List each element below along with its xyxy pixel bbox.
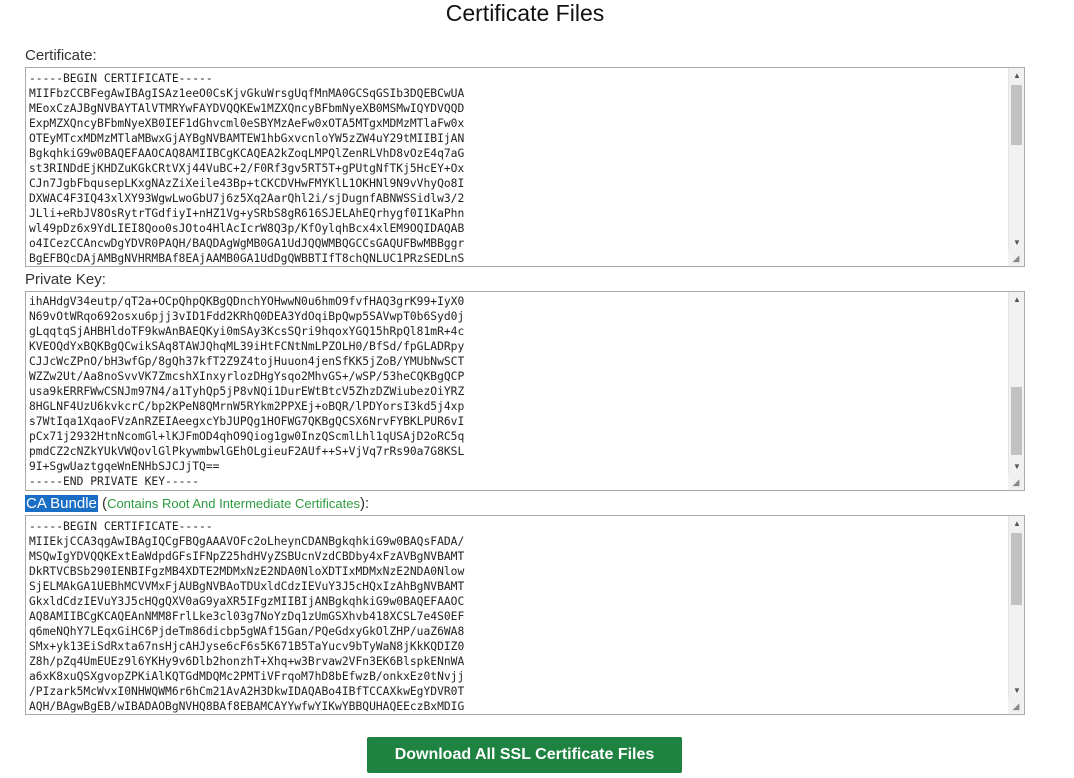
certificate-text[interactable]: -----BEGIN CERTIFICATE----- MIIFbzCCBFeg… xyxy=(28,71,1007,266)
scroll-up-arrow-icon[interactable]: ▲ xyxy=(1009,68,1024,83)
ca-bundle-scroll-thumb[interactable] xyxy=(1011,533,1022,605)
ca-bundle-label-row: CA Bundle (Contains Root And Intermediat… xyxy=(25,495,369,513)
scroll-down-arrow-icon[interactable]: ▼ xyxy=(1009,683,1024,698)
private-key-scrollbar[interactable]: ▲ ▼ xyxy=(1008,292,1024,490)
certificate-label: Certificate: xyxy=(25,47,97,64)
resize-grip-icon[interactable]: ◢ xyxy=(1008,474,1024,490)
certificate-textarea[interactable]: -----BEGIN CERTIFICATE----- MIIFbzCCBFeg… xyxy=(25,67,1025,267)
ca-bundle-open-paren: ( xyxy=(97,495,108,512)
certificate-scroll-thumb[interactable] xyxy=(1011,85,1022,145)
download-all-button[interactable]: Download All SSL Certificate Files xyxy=(367,737,682,773)
ca-bundle-note: Contains Root And Intermediate Certifica… xyxy=(107,496,360,511)
page-title: Certificate Files xyxy=(445,0,605,26)
ca-bundle-scrollbar[interactable]: ▲ ▼ xyxy=(1008,516,1024,714)
private-key-label: Private Key: xyxy=(25,271,106,288)
private-key-textarea[interactable]: ihAHdgV34eutp/qT2a+OCpQhpQKBgQDnchYOHwwN… xyxy=(25,291,1025,491)
scroll-up-arrow-icon[interactable]: ▲ xyxy=(1009,516,1024,531)
resize-grip-icon[interactable]: ◢ xyxy=(1008,250,1024,266)
ca-bundle-label: CA Bundle xyxy=(25,495,98,512)
ca-bundle-text[interactable]: -----BEGIN CERTIFICATE----- MIIEkjCCA3qg… xyxy=(28,519,1007,714)
scroll-down-arrow-icon[interactable]: ▼ xyxy=(1009,459,1024,474)
certificate-scrollbar[interactable]: ▲ ▼ xyxy=(1008,68,1024,266)
resize-grip-icon[interactable]: ◢ xyxy=(1008,698,1024,714)
scroll-down-arrow-icon[interactable]: ▼ xyxy=(1009,235,1024,250)
ca-bundle-close-paren: ): xyxy=(359,495,370,512)
ca-bundle-textarea[interactable]: -----BEGIN CERTIFICATE----- MIIEkjCCA3qg… xyxy=(25,515,1025,715)
scroll-up-arrow-icon[interactable]: ▲ xyxy=(1009,292,1024,307)
private-key-scroll-thumb[interactable] xyxy=(1011,387,1022,455)
private-key-text[interactable]: ihAHdgV34eutp/qT2a+OCpQhpQKBgQDnchYOHwwN… xyxy=(28,294,1007,489)
